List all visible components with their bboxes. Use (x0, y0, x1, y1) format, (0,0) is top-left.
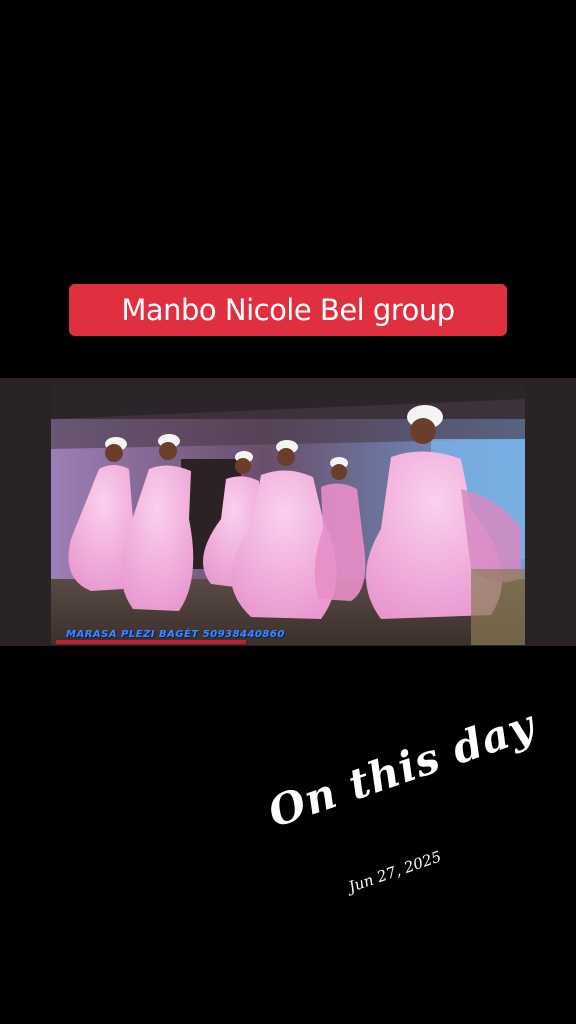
watermark-bar (56, 640, 246, 644)
caption-banner: Manbo Nicole Bel group (69, 284, 507, 336)
video-watermark: MARASA PLEZI BAGÈT 50938440860 (66, 629, 285, 640)
dance-scene-image (51, 379, 525, 645)
video-frame[interactable] (51, 379, 525, 645)
memory-title: On this day (262, 700, 541, 837)
memory-date: Jun 27, 2025 (346, 847, 444, 896)
